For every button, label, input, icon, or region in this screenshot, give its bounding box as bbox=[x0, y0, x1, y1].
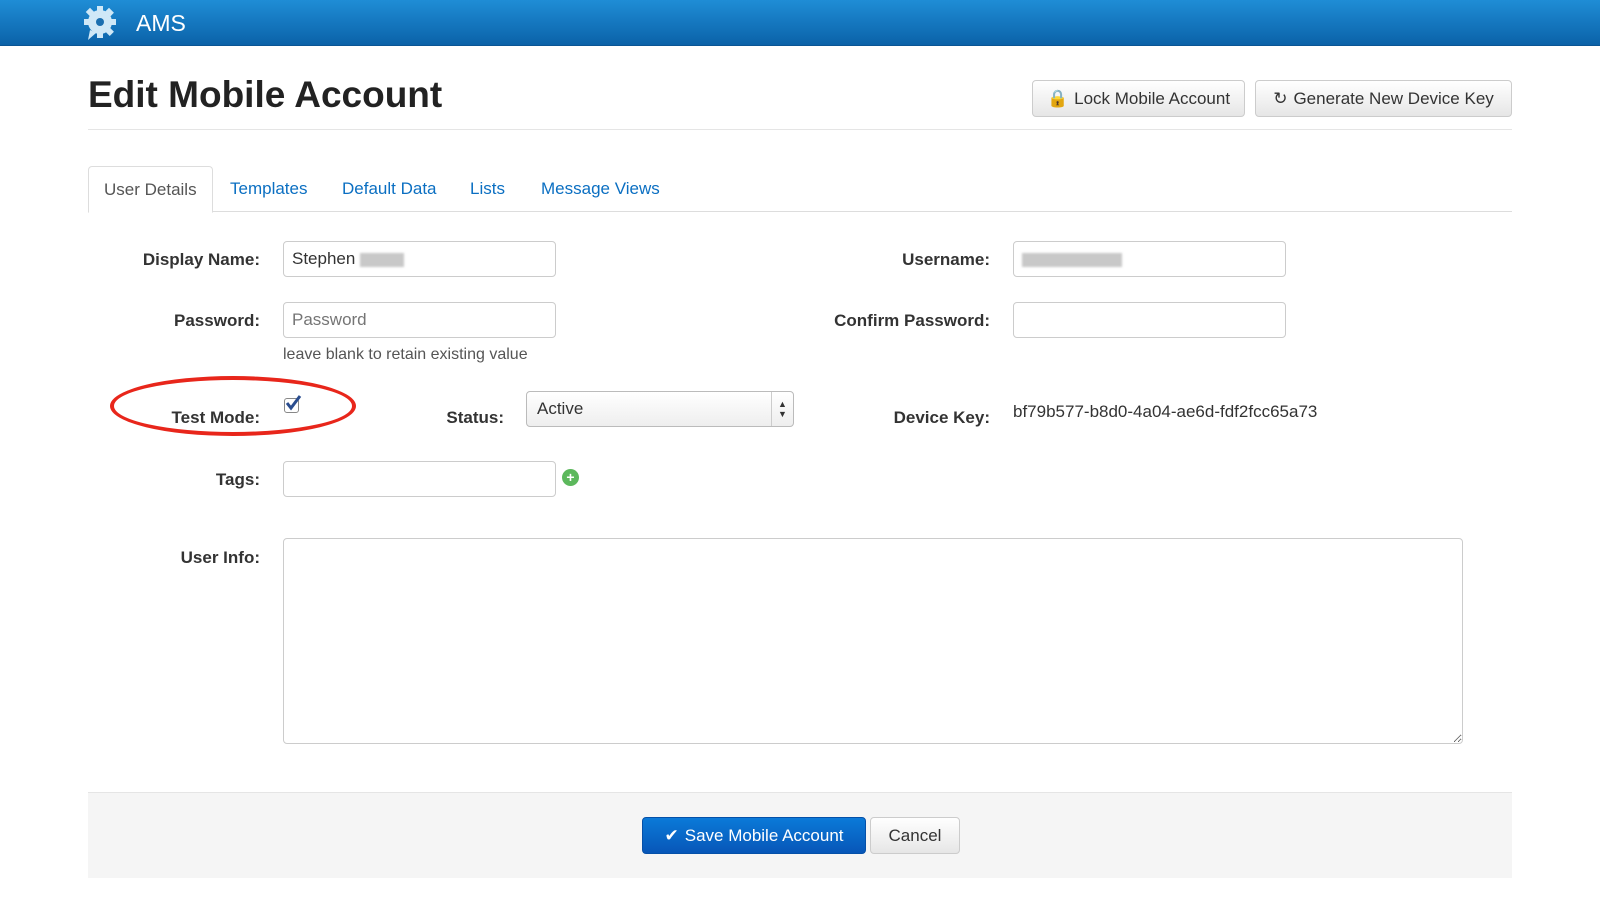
status-select[interactable]: Active ▲ ▼ bbox=[526, 391, 794, 427]
generate-device-key-button[interactable]: ↻ Generate New Device Key bbox=[1255, 80, 1512, 117]
save-button[interactable]: ✔ Save Mobile Account bbox=[642, 817, 866, 854]
password-label: Password: bbox=[174, 311, 260, 330]
confirm-password-input[interactable] bbox=[1013, 302, 1286, 338]
form-actions: ✔ Save Mobile Account Cancel bbox=[88, 792, 1512, 878]
tab-templates[interactable]: Templates bbox=[215, 166, 322, 212]
test-mode-label: Test Mode: bbox=[171, 408, 260, 427]
refresh-icon: ↻ bbox=[1273, 88, 1288, 108]
select-arrows-icon: ▲ ▼ bbox=[771, 392, 793, 426]
display-name-input[interactable]: Stephen bbox=[283, 241, 556, 277]
tab-bar: User Details Templates Default Data List… bbox=[88, 166, 1512, 213]
tab-message-views[interactable]: Message Views bbox=[526, 166, 675, 212]
test-mode-checkbox[interactable] bbox=[284, 395, 302, 413]
password-help-text: leave blank to retain existing value bbox=[283, 346, 528, 363]
status-label: Status: bbox=[446, 408, 504, 427]
add-tag-icon[interactable]: + bbox=[562, 469, 579, 486]
tab-user-details[interactable]: User Details bbox=[88, 166, 213, 213]
redacted-text bbox=[1022, 252, 1122, 267]
password-input[interactable] bbox=[283, 302, 556, 338]
device-key-value: bf79b577-b8d0-4a04-ae6d-fdf2fcc65a73 bbox=[1013, 402, 1318, 421]
lock-icon: 🔒 bbox=[1046, 88, 1069, 108]
checkmark-icon bbox=[285, 395, 302, 411]
redacted-text bbox=[360, 252, 405, 267]
divider bbox=[88, 129, 1512, 130]
checkmark-icon: ✔ bbox=[664, 825, 679, 845]
app-title[interactable]: AMS bbox=[136, 10, 186, 37]
username-label: Username: bbox=[902, 250, 990, 269]
tags-input[interactable] bbox=[283, 461, 556, 497]
user-info-textarea[interactable] bbox=[283, 538, 1463, 744]
cancel-button[interactable]: Cancel bbox=[870, 817, 960, 854]
tab-default-data[interactable]: Default Data bbox=[327, 166, 452, 212]
confirm-password-label: Confirm Password: bbox=[834, 311, 990, 330]
user-info-label: User Info: bbox=[180, 548, 260, 567]
username-input[interactable] bbox=[1013, 241, 1286, 277]
top-navbar: AMS bbox=[0, 0, 1600, 46]
display-name-label: Display Name: bbox=[142, 250, 260, 269]
device-key-label: Device Key: bbox=[893, 408, 990, 427]
lock-account-button[interactable]: 🔒 Lock Mobile Account bbox=[1032, 80, 1245, 117]
tab-lists[interactable]: Lists bbox=[455, 166, 520, 212]
page-title: Edit Mobile Account bbox=[88, 74, 443, 115]
gear-icon bbox=[84, 6, 116, 40]
tags-label: Tags: bbox=[215, 470, 260, 489]
